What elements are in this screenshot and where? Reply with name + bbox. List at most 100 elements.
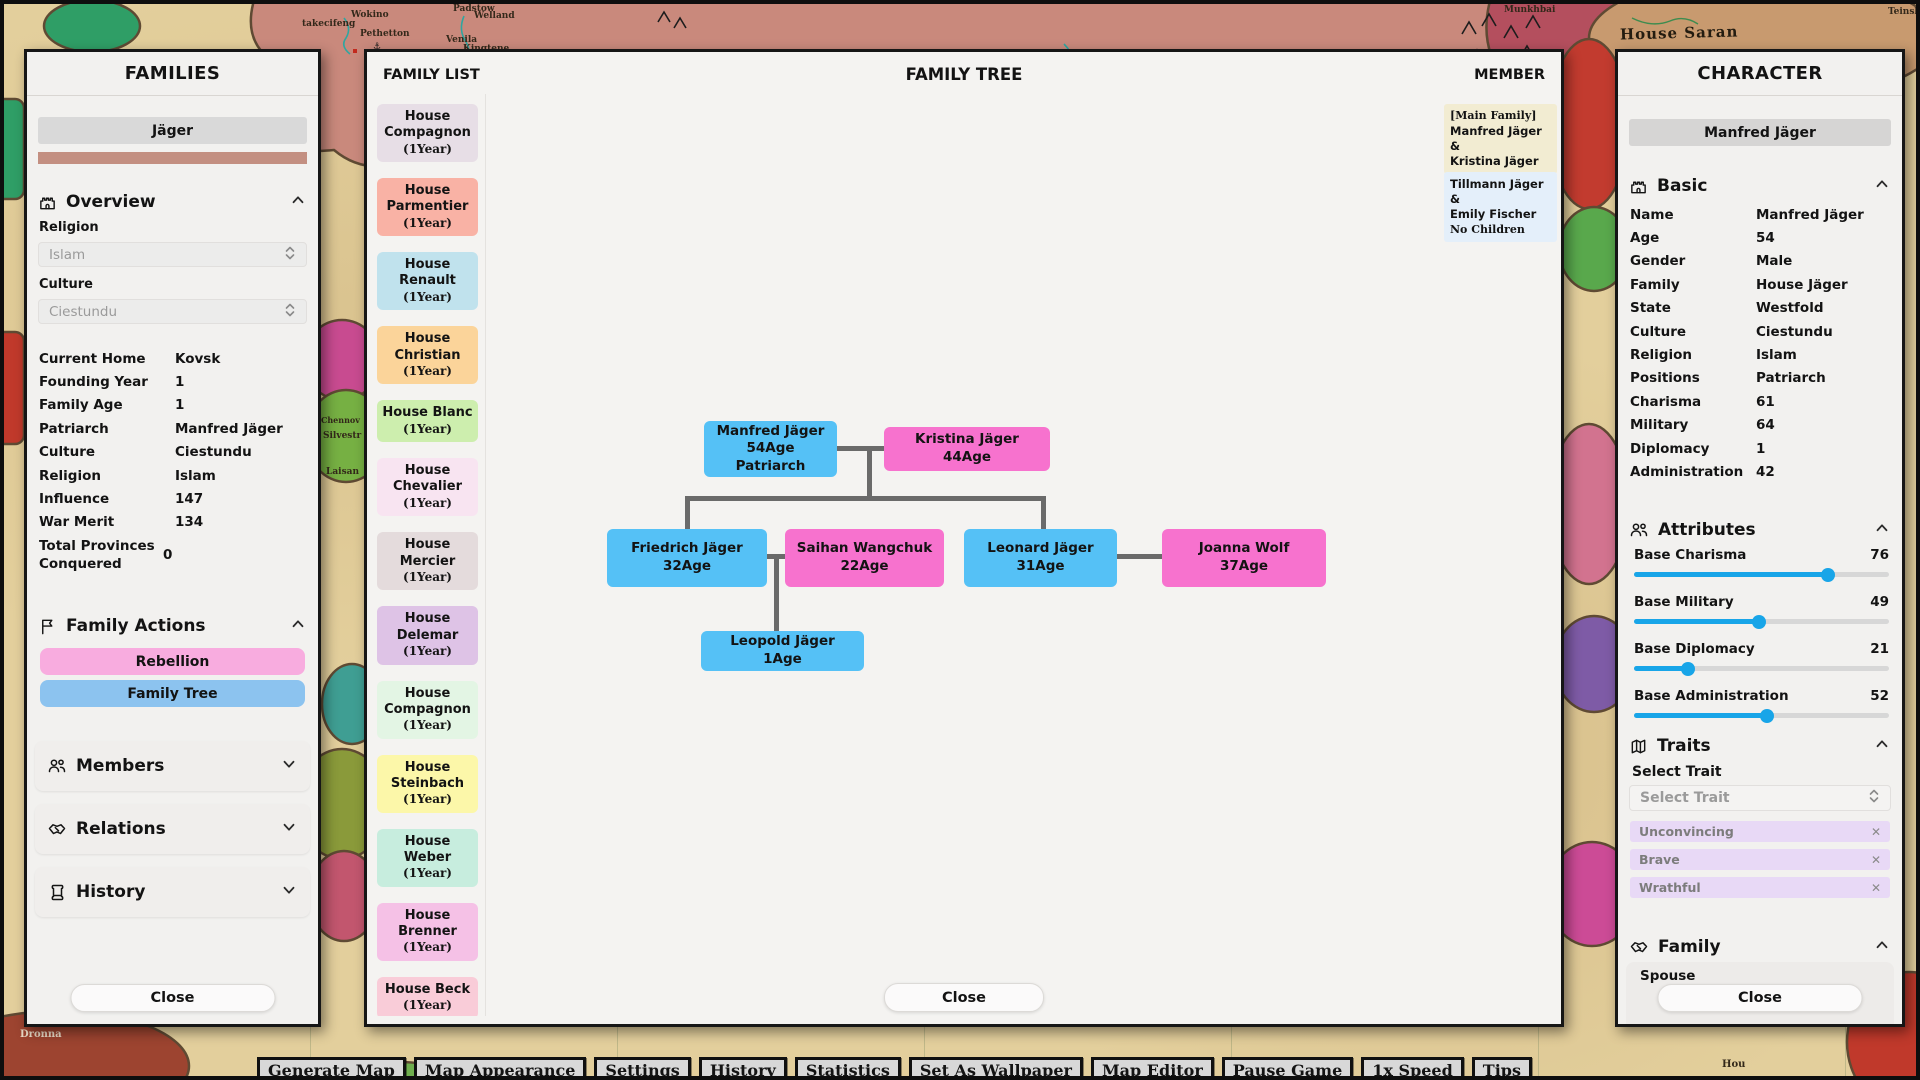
overview-section-header[interactable]: Overview [38,190,307,214]
set-as-wallpaper-button[interactable]: Set As Wallpaper [909,1057,1083,1080]
map-appearance-button[interactable]: Map Appearance [414,1057,587,1080]
select-trait-dropdown[interactable]: Select Trait [1629,785,1891,811]
statistics-button[interactable]: Statistics [795,1057,901,1080]
family-tree-close-button[interactable]: Close [884,983,1044,1012]
tree-connector [774,556,779,631]
map-label-house-saran: House Saran [1620,24,1739,42]
basic-row: Charisma61 [1630,390,1892,413]
speed-button[interactable]: 1x Speed [1361,1057,1464,1080]
family-list-item[interactable]: House Christian(1Year) [377,326,478,384]
tree-node-joanna[interactable]: Joanna Wolf 37Age [1162,529,1326,587]
basic-row: Age54 [1630,226,1892,249]
basic-section-header[interactable]: Basic [1629,174,1891,198]
family-list-item[interactable]: House Delemar(1Year) [377,606,478,664]
slider-thumb[interactable] [1821,568,1835,582]
chevron-up-icon [289,615,307,638]
tips-button[interactable]: Tips [1472,1057,1532,1080]
slider-track[interactable] [1634,666,1889,671]
family-tree-title: FAMILY TREE [367,65,1561,84]
basic-row: GenderMale [1630,250,1892,273]
slider-thumb[interactable] [1681,662,1695,676]
slider-base-charisma: Base Charisma76 [1634,547,1889,577]
family-list-item[interactable]: House Beck(1Year) [377,977,478,1016]
pause-game-button[interactable]: Pause Game [1222,1057,1354,1080]
slider-label: Base Administration [1634,688,1789,704]
family-section-label: Family [1658,937,1721,957]
slider-fill [1634,572,1828,577]
basic-section-label: Basic [1657,176,1707,196]
family-list[interactable]: House Compagnon(1Year) House Parmentier(… [372,94,486,1016]
stat-row: PatriarchManfred Jäger [39,417,308,440]
culture-value: Ciestundu [49,304,117,320]
trait-chip-brave[interactable]: Brave ✕ [1630,849,1890,870]
remove-trait-icon[interactable]: ✕ [1871,853,1881,867]
slider-track[interactable] [1634,619,1889,624]
religion-select[interactable]: Islam [38,242,307,267]
family-list-item[interactable]: House Chevalier(1Year) [377,458,478,516]
map-label: Laisan [326,468,359,477]
select-updown-icon [1868,788,1880,808]
traits-section-header[interactable]: Traits [1629,734,1891,758]
basic-row: StateWestfold [1630,297,1892,320]
families-close-button[interactable]: Close [70,984,275,1012]
family-list-item[interactable]: House Compagnon(1Year) [377,104,478,162]
people-icon [47,756,67,776]
slider-thumb[interactable] [1760,709,1774,723]
generate-map-button[interactable]: Generate Map [257,1057,406,1080]
members-section-header[interactable]: Members [35,741,310,791]
rebellion-button[interactable]: Rebellion [40,648,305,675]
remove-trait-icon[interactable]: ✕ [1871,881,1881,895]
slider-track[interactable] [1634,572,1889,577]
tree-node-friedrich[interactable]: Friedrich Jäger 32Age [607,529,767,587]
map-editor-button[interactable]: Map Editor [1091,1057,1214,1080]
character-panel-title: CHARACTER [1618,52,1902,96]
map-label: Wokino [351,11,389,20]
slider-label: Base Diplomacy [1634,641,1755,657]
chevron-up-icon [1873,735,1891,758]
chevron-up-icon [1873,519,1891,542]
family-list-item[interactable]: House Compagnon(1Year) [377,681,478,739]
select-trait-placeholder: Select Trait [1640,790,1730,806]
tree-node-saihan[interactable]: Saihan Wangchuk 22Age [785,529,944,587]
slider-label: Base Military [1634,594,1734,610]
basic-row: CultureCiestundu [1630,320,1892,343]
character-name-button[interactable]: Manfred Jäger [1629,119,1891,146]
member-main-family[interactable]: [Main Family] Manfred Jäger & Kristina J… [1444,104,1557,174]
select-trait-label: Select Trait [1632,764,1722,780]
map-label: Dronna [20,1030,62,1040]
relations-section-header[interactable]: Relations [35,804,310,854]
remove-trait-icon[interactable]: ✕ [1871,825,1881,839]
tree-node-kristina[interactable]: Kristina Jäger 44Age [884,427,1050,471]
family-list-item[interactable]: House Parmentier(1Year) [377,178,478,236]
attributes-section-header[interactable]: Attributes [1629,518,1891,542]
trait-chip-wrathful[interactable]: Wrathful ✕ [1630,877,1890,898]
trait-chip-unconvincing[interactable]: Unconvincing ✕ [1630,821,1890,842]
family-list-item[interactable]: House Renault(1Year) [377,252,478,310]
family-select-button[interactable]: Jäger [38,117,307,144]
member-couple[interactable]: Tillmann Jäger & Emily Fischer No Childr… [1444,172,1557,242]
settings-button[interactable]: Settings [594,1057,690,1080]
stat-row: ReligionIslam [39,464,308,487]
family-list-item[interactable]: House Steinbach(1Year) [377,755,478,813]
history-button[interactable]: History [699,1057,787,1080]
family-actions-section-header[interactable]: Family Actions [38,614,307,638]
culture-select[interactable]: Ciestundu [38,299,307,324]
religion-label: Religion [39,220,99,235]
tree-node-leopold[interactable]: Leopold Jäger 1Age [701,631,864,671]
family-list-item[interactable]: House Mercier(1Year) [377,532,478,590]
tree-node-manfred[interactable]: Manfred Jäger 54Age Patriarch [704,421,837,477]
family-section-header[interactable]: Family [1629,935,1891,959]
history-section-header[interactable]: History [35,867,310,917]
character-close-button[interactable]: Close [1658,984,1863,1012]
flag-icon [38,617,57,636]
family-list-item[interactable]: House Weber(1Year) [377,829,478,887]
family-tree-button[interactable]: Family Tree [40,680,305,707]
slider-value: 52 [1870,688,1889,704]
family-list-item[interactable]: House Blanc(1Year) [377,400,478,442]
fort-icon [1629,177,1648,196]
religion-value: Islam [49,247,85,263]
family-list-item[interactable]: House Brenner(1Year) [377,903,478,961]
slider-thumb[interactable] [1752,615,1766,629]
slider-track[interactable] [1634,713,1889,718]
tree-node-leonard[interactable]: Leonard Jäger 31Age [964,529,1117,587]
